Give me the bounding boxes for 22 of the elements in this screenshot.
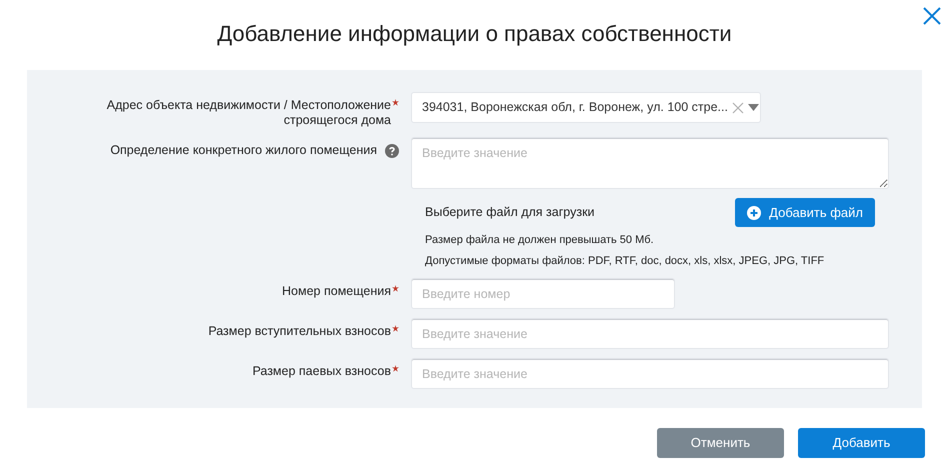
field-label: Номер помещения bbox=[282, 284, 391, 299]
field-label: Адрес объекта недвижимости / Местоположение строящегося дома bbox=[106, 98, 391, 128]
file-note: Размер файла не должен превышать 50 Мб. bbox=[424, 233, 655, 248]
plus-circle-icon bbox=[747, 206, 762, 220]
add-button[interactable]: Добавить bbox=[798, 428, 925, 458]
dialog-title: Добавление информации о правах собственности bbox=[217, 20, 732, 48]
field-label: Определение конкретного жилого помещения bbox=[110, 143, 377, 158]
file-note: Допустимые форматы файлов: PDF, RTF, doc, docx, xls, xlsx, JPEG, JPG, TIFF bbox=[424, 254, 826, 269]
input-field[interactable]: Введите значение bbox=[411, 358, 889, 389]
input-field[interactable]: Введите значение bbox=[411, 318, 889, 349]
field-label: Размер вступительных взносов bbox=[208, 324, 391, 339]
caret-icon[interactable] bbox=[748, 104, 759, 111]
help-icon[interactable] bbox=[385, 144, 399, 158]
address-select[interactable]: 394031, Воронежская обл, г. Воронеж, ул. 100 стре... bbox=[411, 92, 761, 123]
cancel-button[interactable]: Отменить bbox=[657, 428, 784, 458]
input-field[interactable]: Введите номер bbox=[411, 278, 675, 309]
file-prompt: Выберите файл для загрузки bbox=[425, 204, 595, 222]
text-area[interactable]: Введите значение bbox=[411, 137, 889, 189]
field-label: Размер паевых взносов bbox=[252, 364, 391, 379]
close-icon[interactable] bbox=[923, 7, 941, 25]
add-file-button[interactable]: Добавить файл bbox=[735, 198, 875, 227]
select-value: 394031, Воронежская обл, г. Воронеж, ул. 100 стре... bbox=[422, 99, 728, 116]
